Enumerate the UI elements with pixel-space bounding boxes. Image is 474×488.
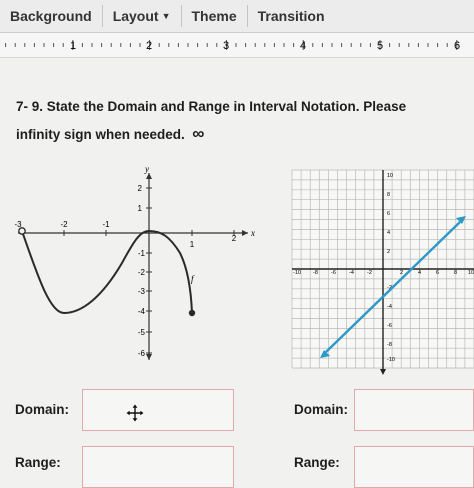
- ruler[interactable]: 1 2 3 4 5 6: [0, 33, 474, 58]
- y-tick-label: -8: [387, 342, 392, 348]
- closed-endpoint: [188, 309, 196, 317]
- x-tick-label: -10: [293, 270, 301, 276]
- y-tick-label: 4: [387, 230, 390, 236]
- ruler-number: 3: [223, 40, 229, 52]
- y-tick-label: 8: [387, 192, 390, 198]
- domain-input-right[interactable]: [354, 389, 474, 431]
- x-tick-label: 4: [418, 270, 421, 276]
- y-tick-label: -4: [138, 307, 146, 316]
- ruler-number: 1: [70, 40, 76, 52]
- move-cursor-icon: [125, 403, 145, 423]
- y-tick-label: -5: [138, 328, 146, 337]
- open-endpoint: [18, 227, 26, 235]
- y-tick-label: 6: [387, 211, 390, 217]
- ruler-number: 2: [146, 40, 152, 52]
- ruler-number: 6: [454, 40, 460, 52]
- x-tick-label: 2: [400, 270, 403, 276]
- graph-right: -10 -8 -6 -4 -2 2 4 6 8 10 10 8 6 4 2 -2…: [291, 169, 474, 375]
- x-tick-label: -8: [313, 270, 318, 276]
- range-label-left: Range:: [15, 455, 61, 470]
- menu-theme-label: Theme: [191, 8, 237, 24]
- question-text: 7- 9. State the Domain and Range in Inte…: [16, 93, 474, 148]
- y-tick-label: -3: [138, 287, 146, 296]
- x-tick-label: 6: [436, 270, 439, 276]
- y-tick-label: -1: [138, 249, 146, 258]
- question-line-2: infinity sign when needed. ∞: [16, 120, 474, 148]
- y-axis-label: y: [144, 165, 149, 174]
- range-label-right: Range:: [294, 455, 340, 470]
- x-tick-label: 1: [190, 240, 195, 249]
- y-tick-label: -2: [138, 268, 146, 277]
- y-tick-label: -6: [138, 349, 146, 358]
- y-tick-label: 1: [138, 204, 143, 213]
- menu-transition-label: Transition: [257, 8, 325, 24]
- menu-background-label: Background: [10, 8, 92, 24]
- x-tick-label: -6: [331, 270, 336, 276]
- graph-left: x y -3 -2 -1 1 2 2 1 -1 -2 -3 -4 -5 -6 f: [14, 165, 255, 360]
- infinity-symbol: ∞: [192, 124, 205, 143]
- menu-layout[interactable]: Layout ▼: [103, 5, 182, 27]
- x-axis-arrow: [242, 230, 248, 236]
- y-tick-label: 10: [387, 173, 393, 179]
- question-line-1: 7- 9. State the Domain and Range in Inte…: [16, 99, 407, 114]
- domain-label-right: Domain:: [294, 402, 348, 417]
- y-tick-label: -4: [387, 304, 392, 310]
- y-axis-arrow-bottom: [146, 354, 152, 360]
- x-tick-label: 8: [454, 270, 457, 276]
- function-curve: [21, 229, 193, 315]
- y-tick-label: -10: [387, 357, 395, 363]
- ruler-number: 4: [300, 40, 306, 52]
- x-tick-label: -2: [367, 270, 372, 276]
- ruler-number: 5: [377, 40, 383, 52]
- ribbon-menu-bar: Background Layout ▼ Theme Transition: [0, 0, 474, 33]
- range-input-right[interactable]: [354, 446, 474, 488]
- y-tick-label: 2: [138, 184, 143, 193]
- y-tick-label: 2: [387, 249, 390, 255]
- y-axis-arrow-bottom: [380, 369, 386, 375]
- x-tick-label: 10: [468, 270, 474, 276]
- chevron-down-icon: ▼: [161, 11, 171, 21]
- domain-label-left: Domain:: [15, 402, 69, 417]
- x-tick-label: -4: [349, 270, 354, 276]
- x-tick-label: -2: [60, 220, 68, 229]
- range-input-left[interactable]: [82, 446, 234, 488]
- menu-background[interactable]: Background: [0, 5, 103, 27]
- y-tick-label: -6: [387, 323, 392, 329]
- x-axis-label: x: [250, 228, 255, 238]
- domain-input-left[interactable]: [82, 389, 234, 431]
- menu-layout-label: Layout: [112, 8, 159, 24]
- menu-transition[interactable]: Transition: [248, 5, 335, 27]
- question-line-2-text: infinity sign when needed.: [16, 127, 185, 142]
- curve-label: f: [191, 274, 195, 284]
- menu-theme[interactable]: Theme: [182, 5, 248, 27]
- x-tick-label: -1: [102, 220, 110, 229]
